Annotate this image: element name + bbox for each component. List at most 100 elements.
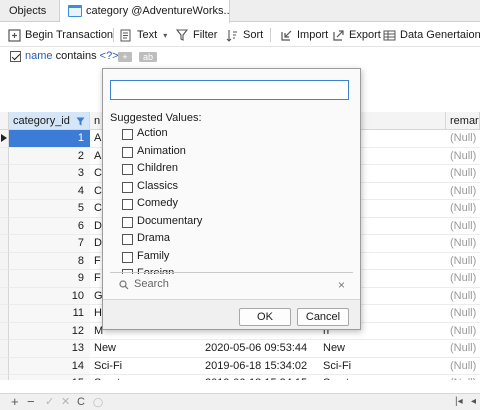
option-checkbox[interactable] [122, 146, 133, 158]
first-page-button[interactable]: |◂ [455, 395, 463, 409]
row-indicator [0, 322, 9, 340]
stop-button[interactable]: ◯ [93, 395, 103, 409]
import-button[interactable]: Import [280, 23, 328, 47]
cell-description[interactable]: New [319, 340, 446, 358]
cell-remark[interactable]: (Null) [446, 253, 480, 270]
cell-category-id[interactable]: 5 [9, 200, 90, 218]
export-button[interactable]: Export [332, 23, 381, 47]
table-icon [68, 5, 82, 17]
filter-field[interactable]: name [25, 50, 53, 62]
ok-button[interactable]: OK [239, 308, 291, 326]
discard-changes-button[interactable]: ✕ [61, 395, 70, 409]
toolbar-separator [270, 28, 271, 42]
add-record-button[interactable]: + [11, 395, 19, 409]
option-checkbox[interactable] [122, 129, 133, 140]
cell-category-id[interactable]: 10 [9, 287, 90, 305]
cell-category-id[interactable]: 9 [9, 270, 90, 288]
cell-remark[interactable]: (Null) [446, 323, 480, 340]
filter-button[interactable]: Filter [176, 23, 217, 47]
cell-remark[interactable]: (Null) [446, 130, 480, 148]
option-checkbox[interactable] [122, 216, 133, 228]
cell-name[interactable]: Sports [90, 375, 201, 380]
cell-remark[interactable]: (Null) [446, 305, 480, 323]
refresh-button[interactable]: C [77, 395, 85, 409]
cell-remark[interactable]: (Null) [446, 218, 480, 235]
cell-category-id[interactable]: 12 [9, 322, 90, 340]
cell-category-id[interactable]: 2 [9, 147, 90, 165]
cell-remark[interactable]: (Null) [446, 183, 480, 200]
cell-category-id[interactable]: 3 [9, 165, 90, 183]
search-input[interactable]: Search [134, 278, 169, 290]
cell-name[interactable]: New [90, 340, 201, 358]
suggested-values-title: Suggested Values: [110, 112, 202, 124]
cell-description[interactable]: Sci-Fi [319, 358, 446, 375]
data-generation-button[interactable]: Data Genertaion [383, 23, 480, 47]
text-view-button[interactable]: Text ▾ [120, 23, 167, 47]
sort-button[interactable]: Sort [226, 23, 263, 47]
table-row[interactable]: 14 Sci-Fi 2019-06-18 15:34:02 Sci-Fi (Null) [0, 357, 480, 375]
cell-category-id[interactable]: 4 [9, 182, 90, 200]
cell-remark[interactable]: (Null) [446, 270, 480, 288]
filter-operator[interactable]: contains [56, 50, 97, 62]
ab-button[interactable]: ab [139, 52, 157, 62]
tab-category-table[interactable]: category @AdventureWorks... [60, 0, 230, 23]
row-indicator [0, 287, 9, 305]
previous-page-button[interactable]: ◂ [471, 395, 476, 409]
cell-category-id[interactable]: 15 [9, 375, 90, 380]
filter-enabled-checkbox[interactable] [10, 51, 21, 62]
filter-row: name contains <?> + ab [0, 47, 480, 67]
toolbar-separator [113, 28, 114, 42]
tab-objects[interactable]: Objects [0, 0, 60, 22]
cell-remark[interactable]: (Null) [446, 165, 480, 183]
cell-category-id[interactable]: 7 [9, 235, 90, 253]
sort-icon [226, 30, 237, 42]
cell-last-update[interactable]: 2019-06-18 15:34:02 [201, 358, 319, 375]
cell-category-id[interactable]: 1 [9, 130, 90, 148]
option-label: Action [137, 127, 168, 139]
tab-category-label: category @AdventureWorks... [86, 5, 230, 17]
cell-category-id[interactable]: 13 [9, 340, 90, 358]
option-checkbox[interactable] [122, 164, 133, 175]
cell-remark[interactable]: (Null) [446, 375, 480, 380]
option-checkbox[interactable] [122, 181, 133, 193]
cell-last-update[interactable]: 2020-05-06 09:53:44 [201, 340, 319, 358]
cancel-button[interactable]: Cancel [297, 308, 349, 326]
clear-search-button[interactable]: × [338, 278, 345, 292]
column-header-category-id[interactable]: category_id [9, 112, 90, 130]
delete-record-button[interactable]: − [27, 395, 35, 409]
cell-category-id[interactable]: 11 [9, 305, 90, 323]
cell-category-id[interactable]: 8 [9, 252, 90, 270]
row-indicator [0, 270, 9, 288]
row-indicator [0, 165, 9, 183]
cell-remark[interactable]: (Null) [446, 340, 480, 358]
begin-transaction-button[interactable]: Begin Transaction [8, 23, 113, 47]
tab-bar: Objects category @AdventureWorks... [0, 0, 480, 23]
filter-value[interactable]: <?> [100, 50, 119, 62]
table-row[interactable]: 13 New 2020-05-06 09:53:44 New (Null) [0, 340, 480, 358]
cell-remark[interactable]: (Null) [446, 200, 480, 218]
option-checkbox[interactable] [122, 234, 133, 245]
cell-description[interactable]: Sports [319, 375, 446, 380]
cell-remark[interactable]: (Null) [446, 288, 480, 305]
cell-category-id[interactable]: 6 [9, 217, 90, 235]
option-checkbox[interactable] [122, 251, 133, 263]
cell-category-id[interactable]: 14 [9, 357, 90, 375]
option-checkbox[interactable] [122, 199, 133, 210]
table-row[interactable]: 15Sports2019-06-18 15:34:15Sports(Null) [0, 375, 480, 380]
add-condition-button[interactable]: + [118, 52, 132, 62]
option-label: Drama [137, 232, 171, 244]
column-filter-icon[interactable] [76, 117, 85, 126]
filter-value-input[interactable] [110, 80, 349, 100]
apply-changes-button[interactable]: ✓ [45, 395, 54, 409]
row-indicator [0, 130, 9, 148]
column-header-label: category_id [13, 115, 70, 127]
cell-remark[interactable]: (Null) [446, 148, 480, 165]
cell-name[interactable]: Sci-Fi [90, 358, 201, 375]
suggested-values-list[interactable]: Action Animation Children Classics Comedy Doc… [103, 124, 360, 274]
column-header-remark[interactable]: remark [446, 112, 480, 130]
option-label: Comedy [137, 197, 178, 209]
cell-remark[interactable]: (Null) [446, 235, 480, 253]
cell-remark[interactable]: (Null) [446, 358, 480, 375]
cell-last-update[interactable]: 2019-06-18 15:34:15 [201, 375, 319, 380]
row-indicator [0, 340, 9, 358]
